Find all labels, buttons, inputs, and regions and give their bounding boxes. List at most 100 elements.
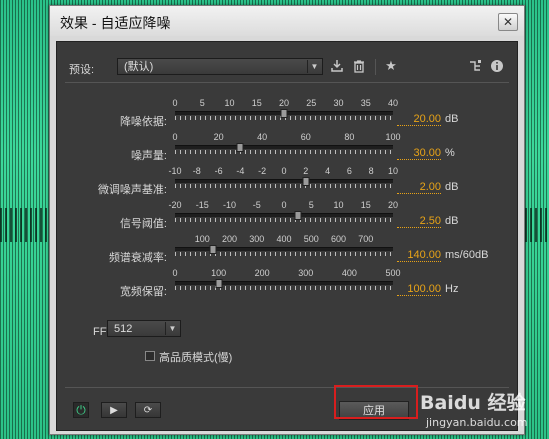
- scale-tick-label: 0: [172, 268, 178, 278]
- slider-label: 信号阈值:: [119, 218, 167, 230]
- watermark-url: jingyan.baidu.com: [426, 416, 528, 429]
- slider-thumb[interactable]: [215, 279, 223, 288]
- slider-label: 宽频保留:: [119, 286, 167, 298]
- scale-tick-label: 6: [346, 166, 352, 176]
- scale-tick-label: 500: [303, 234, 319, 244]
- scale-tick-label: 500: [385, 268, 401, 278]
- slider-thumb[interactable]: [280, 109, 288, 118]
- slider-track[interactable]: [175, 213, 393, 217]
- slider-label: 微调噪声基准:: [97, 184, 167, 196]
- slider-label: 噪声量:: [130, 150, 167, 162]
- slider-thumb[interactable]: [209, 245, 217, 254]
- slider-unit: dB: [445, 215, 459, 227]
- effect-panel: 预设: (默认) ▼ ★ 降噪依据: 0 5 10 15 20 25 30 35 40 20.00 d…: [56, 41, 518, 431]
- scale-tick-label: 40: [387, 98, 399, 108]
- toolbar-separator: [375, 59, 376, 75]
- scale-tick-label: 0: [281, 200, 287, 210]
- chevron-down-icon: ▼: [165, 322, 179, 335]
- scale-tick-label: -10: [222, 200, 237, 210]
- slider-label: 降噪依据:: [119, 116, 167, 128]
- scale-tick-label: 40: [257, 132, 268, 142]
- scale-tick-label: 20: [387, 200, 399, 210]
- loop-button[interactable]: ⟳: [135, 402, 161, 418]
- dialog-title: 效果 - 自适应降噪: [60, 15, 171, 31]
- slider-value[interactable]: 30.00: [397, 147, 441, 160]
- slider-value[interactable]: 140.00: [397, 249, 441, 262]
- scale-tick-label: 100: [211, 268, 227, 278]
- scale-tick-label: 30: [333, 98, 344, 108]
- scale-tick-label: 0: [281, 166, 287, 176]
- scale-tick-label: -8: [192, 166, 201, 176]
- trash-icon[interactable]: [351, 59, 367, 75]
- scale-tick-label: 10: [224, 98, 235, 108]
- close-button[interactable]: ✕: [498, 13, 518, 31]
- scale-tick-label: -10: [168, 166, 182, 176]
- scale-tick-label: 80: [344, 132, 355, 142]
- slider-unit: %: [445, 147, 455, 159]
- slider-thumb[interactable]: [236, 143, 244, 152]
- preset-value: (默认): [124, 61, 154, 73]
- slider-unit: ms/60dB: [445, 249, 489, 261]
- slider-ticks: [175, 184, 393, 188]
- scale-tick-label: -20: [168, 200, 182, 210]
- chevron-down-icon: ▼: [307, 60, 321, 73]
- slider-unit: dB: [445, 113, 459, 125]
- fft-size-value: 512: [114, 323, 133, 335]
- fft-size-dropdown[interactable]: 512 ▼: [107, 320, 181, 337]
- power-toggle-icon[interactable]: ⏻: [73, 402, 89, 418]
- slider-label: 频谱衰减率:: [108, 252, 167, 264]
- slider-ticks: [175, 286, 393, 290]
- slider-thumb[interactable]: [302, 177, 310, 186]
- scale-tick-label: 4: [325, 166, 331, 176]
- scale-tick-label: 10: [387, 166, 399, 176]
- slider-unit: Hz: [445, 283, 459, 295]
- scale-tick-label: 5: [199, 98, 205, 108]
- scale-tick-label: 25: [306, 98, 317, 108]
- slider-ticks: [175, 150, 393, 154]
- scale-tick-label: -4: [236, 166, 245, 176]
- scale-tick-label: 0: [172, 98, 178, 108]
- star-icon[interactable]: ★: [383, 59, 399, 75]
- slider-unit: dB: [445, 181, 459, 193]
- scale-tick-label: 15: [360, 200, 371, 210]
- scale-tick-label: 8: [368, 166, 374, 176]
- play-button[interactable]: ▶: [101, 402, 127, 418]
- slider-track[interactable]: [175, 247, 393, 251]
- scale-tick-label: 2: [303, 166, 309, 176]
- slider-value[interactable]: 20.00: [397, 113, 441, 126]
- scale-tick-label: 10: [333, 200, 344, 210]
- slider-value[interactable]: 2.00: [397, 181, 441, 194]
- preset-dropdown[interactable]: (默认) ▼: [117, 58, 323, 75]
- slider-thumb[interactable]: [294, 211, 302, 220]
- scale-tick-label: 700: [358, 234, 374, 244]
- scale-tick-label: 300: [249, 234, 265, 244]
- high-quality-label: 高品质模式(慢): [159, 352, 233, 364]
- watermark-logo: Baidu 经验 jingyan.baidu.com: [420, 388, 545, 434]
- download-icon[interactable]: [329, 59, 345, 75]
- slider-value[interactable]: 100.00: [397, 283, 441, 296]
- high-quality-checkbox[interactable]: [145, 351, 155, 361]
- slider-track[interactable]: [175, 145, 393, 149]
- routing-icon[interactable]: [467, 59, 483, 75]
- scale-tick-label: 20: [278, 98, 290, 108]
- slider-track[interactable]: [175, 281, 393, 285]
- scale-tick-label: 400: [341, 268, 357, 278]
- scale-tick-label: 60: [300, 132, 311, 142]
- slider-track[interactable]: [175, 179, 393, 183]
- info-icon[interactable]: [489, 59, 505, 75]
- scale-tick-label: 200: [221, 234, 238, 244]
- scale-tick-label: 15: [251, 98, 262, 108]
- scale-tick-label: 400: [276, 234, 292, 244]
- slider-ticks: [175, 218, 393, 222]
- scale-tick-label: 600: [330, 234, 347, 244]
- scale-tick-label: 300: [298, 268, 314, 278]
- highlight-box: [334, 385, 418, 419]
- preset-label: 预设:: [69, 64, 95, 76]
- title-bar[interactable]: 效果 - 自适应降噪 ✕: [50, 6, 524, 36]
- scale-tick-label: -5: [252, 200, 261, 210]
- scale-tick-label: 100: [194, 234, 210, 244]
- scale-tick-label: 0: [172, 132, 178, 142]
- slider-value[interactable]: 2.50: [397, 215, 441, 228]
- scale-tick-label: 35: [360, 98, 371, 108]
- effect-dialog: 效果 - 自适应降噪 ✕ 预设: (默认) ▼ ★ 降噪依据: 0 5 10 15 20 2…: [49, 5, 525, 435]
